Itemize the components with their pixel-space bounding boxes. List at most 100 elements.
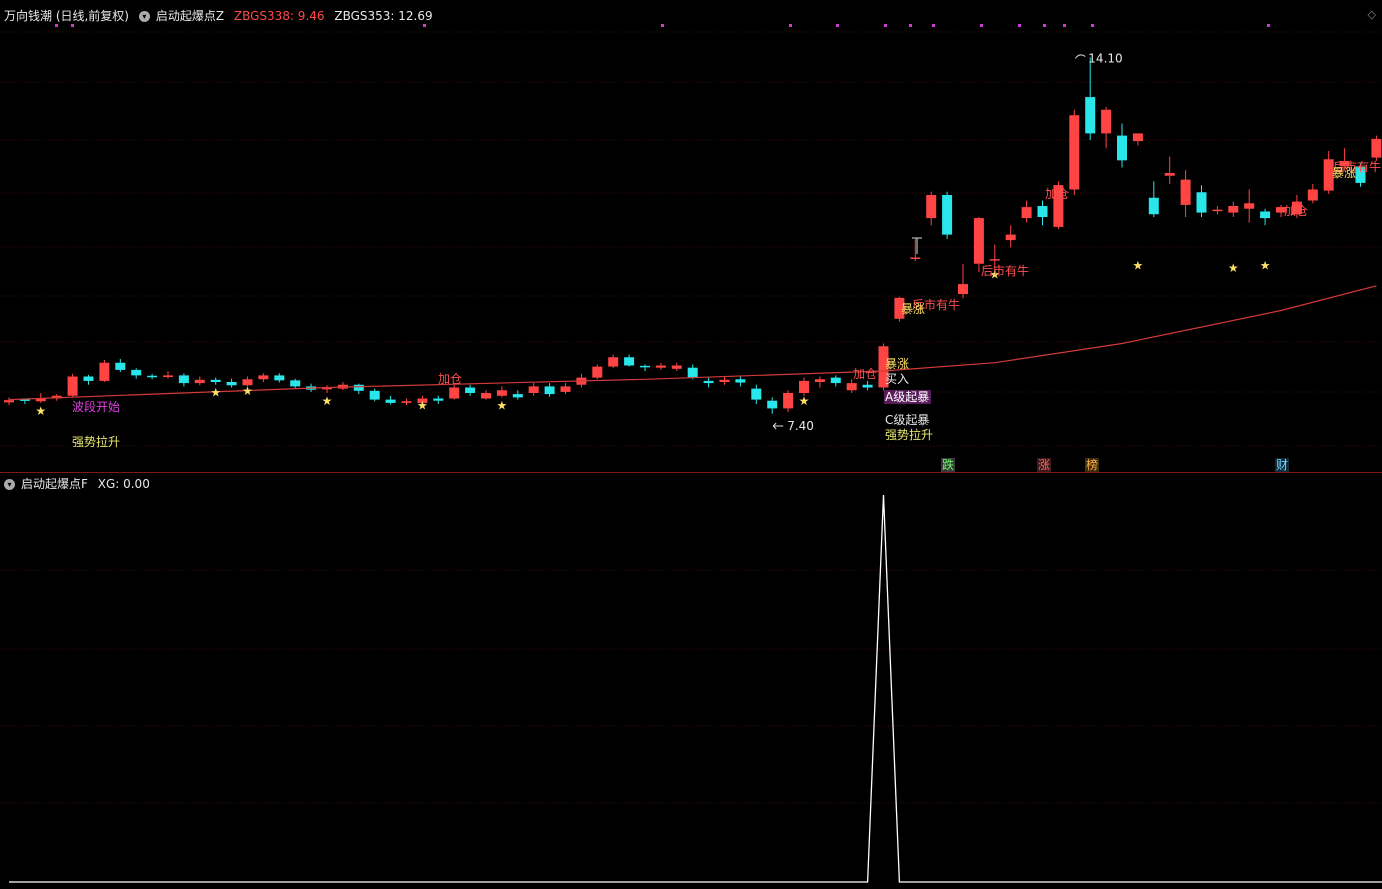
candle bbox=[4, 397, 14, 406]
candle bbox=[1037, 200, 1048, 226]
candle-body bbox=[178, 375, 189, 384]
candle-body bbox=[210, 379, 221, 382]
candle-body bbox=[973, 218, 984, 264]
candle bbox=[258, 373, 269, 382]
candle-body bbox=[433, 398, 444, 401]
candle bbox=[1228, 201, 1239, 217]
marker-dot bbox=[980, 24, 983, 27]
chevron-down-icon[interactable]: ▾ bbox=[4, 479, 15, 490]
candle-body bbox=[194, 379, 205, 384]
high-price-label: 14.10 bbox=[1088, 52, 1122, 66]
candle bbox=[1260, 208, 1271, 226]
marker-dot bbox=[71, 24, 74, 27]
candle-body bbox=[147, 375, 158, 378]
candle bbox=[512, 390, 523, 400]
candle bbox=[210, 377, 221, 385]
annotation-buy-in: 买入 bbox=[885, 372, 909, 386]
candle bbox=[1101, 107, 1112, 149]
candle-body bbox=[401, 401, 412, 403]
candle-body bbox=[958, 284, 968, 294]
candle bbox=[1196, 185, 1207, 217]
candle bbox=[608, 354, 619, 369]
star-marker: ★ bbox=[210, 385, 221, 399]
annotation-add-position: 加仓 bbox=[438, 372, 462, 386]
candle bbox=[592, 364, 603, 380]
candle-body bbox=[751, 388, 762, 400]
candle bbox=[163, 371, 173, 379]
candle bbox=[115, 358, 126, 373]
marker-dot bbox=[789, 24, 792, 27]
sub-indicator-panel[interactable]: ▾ 启动起爆点F XG: 0.00 bbox=[0, 473, 1382, 889]
annotation-add-position: 加仓 bbox=[853, 367, 877, 381]
candle-body bbox=[989, 259, 1000, 261]
marker-dot bbox=[1043, 24, 1046, 27]
marker-dot bbox=[55, 24, 58, 27]
candle-body bbox=[735, 379, 746, 383]
candle-body bbox=[1085, 97, 1096, 134]
candle-body bbox=[99, 362, 110, 381]
candle-body bbox=[687, 367, 698, 378]
candle bbox=[1085, 57, 1096, 140]
candle-body bbox=[83, 376, 94, 381]
candle bbox=[735, 376, 746, 387]
candlestick-chart[interactable]: 14.107.40★★ ★★ ★ ★ ★★★ ★ ★波段开始强势拉升加仓 加仓加仓加仓暴涨买入… bbox=[0, 0, 1382, 472]
candle-body bbox=[799, 380, 809, 393]
candle-body bbox=[258, 375, 269, 380]
t-marker bbox=[912, 237, 922, 254]
annotation-strong-rise-2: 强势拉升 bbox=[885, 427, 933, 442]
candle bbox=[862, 380, 873, 391]
candle bbox=[83, 374, 94, 385]
annotation-bull-later: 后市有牛 bbox=[981, 263, 1029, 278]
candle bbox=[783, 390, 794, 413]
xg-indicator-chart[interactable] bbox=[0, 473, 1382, 889]
candle-body bbox=[926, 195, 937, 219]
candle bbox=[528, 383, 539, 396]
candle bbox=[131, 368, 142, 379]
indicator-name[interactable]: 启动起爆点Z bbox=[156, 9, 224, 23]
candle bbox=[767, 397, 778, 414]
candle-body bbox=[528, 386, 539, 393]
candle bbox=[401, 398, 412, 406]
candle-body bbox=[1180, 179, 1191, 205]
bottom-tag: 涨 bbox=[1038, 457, 1050, 472]
candle bbox=[1148, 181, 1159, 217]
annotation-surge: 暴涨 bbox=[901, 301, 925, 316]
zbgs353-value: ZBGS353: 12.69 bbox=[334, 9, 433, 23]
candle bbox=[942, 191, 953, 239]
star-marker: ★ bbox=[1228, 261, 1239, 275]
candle-body bbox=[1148, 197, 1159, 215]
candle bbox=[799, 377, 809, 396]
candle bbox=[274, 373, 285, 383]
candle bbox=[226, 378, 237, 388]
candle bbox=[703, 376, 714, 388]
marker-dot bbox=[423, 24, 426, 27]
candle-body bbox=[353, 384, 364, 391]
candle-body bbox=[814, 379, 825, 382]
sub-indicator-name[interactable]: 启动起爆点F bbox=[21, 477, 88, 491]
candle bbox=[1180, 170, 1191, 217]
moving-average-line bbox=[8, 285, 1377, 401]
candle-body bbox=[131, 369, 142, 376]
candle-body bbox=[226, 382, 237, 386]
candle-body bbox=[1244, 203, 1255, 209]
chevron-down-icon[interactable]: ▾ bbox=[138, 11, 150, 22]
star-marker: ★ bbox=[322, 394, 333, 408]
candle-body bbox=[496, 390, 507, 396]
star-marker: ★ bbox=[35, 404, 46, 418]
candle-body bbox=[942, 195, 953, 235]
candle bbox=[1117, 123, 1127, 168]
candle bbox=[624, 354, 635, 367]
candle-body bbox=[1037, 206, 1048, 217]
candle bbox=[926, 191, 937, 226]
bottom-tag: 榜 bbox=[1086, 457, 1098, 472]
candle-body bbox=[783, 393, 794, 409]
candle bbox=[1164, 156, 1175, 184]
candle bbox=[337, 382, 348, 391]
diamond-icon[interactable]: ◇ bbox=[1368, 8, 1376, 21]
candle bbox=[147, 373, 158, 380]
main-chart-panel[interactable]: 14.10 7.40 ★ ★ ★ ★ ★ ★ ★ ★ ★ ★ ★ 波段开始 强势拉升 加仓 加仓 加仓 加仓 暴涨 买入… bbox=[0, 0, 1382, 472]
star-marker: ★ bbox=[497, 399, 508, 413]
candle bbox=[814, 376, 825, 388]
candle bbox=[751, 384, 762, 404]
candle bbox=[194, 376, 205, 386]
